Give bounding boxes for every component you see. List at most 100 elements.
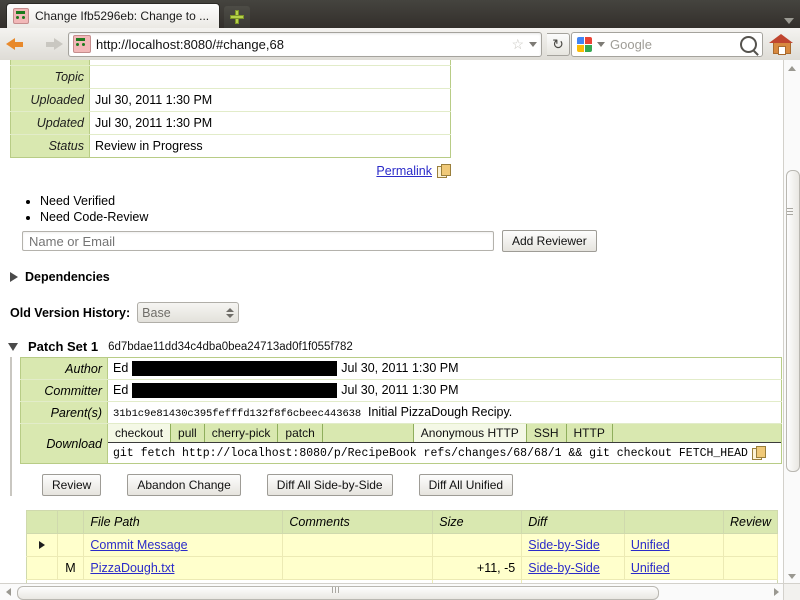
patch-set-sha: 6d7bdae11dd34c4dba0bea24713ad0f1f055f782 [108,341,353,353]
table-row: Download checkout pull cherry-pick patch… [21,424,782,464]
info-label: Status [11,135,90,158]
parent-subject: Initial PizzaDough Recipy. [368,405,512,419]
search-input[interactable]: Google [610,37,735,52]
diff-unified-cell: Unified [624,557,723,580]
old-version-history-select[interactable]: Base [137,302,239,323]
permalink-link[interactable]: Permalink [376,164,432,178]
diff-side-by-side-link[interactable]: Side-by-Side [528,538,600,552]
col-file-path: File Path [84,511,283,534]
clipboard-icon[interactable] [437,164,450,178]
download-command[interactable]: git fetch http://localhost:8080/p/Recipe… [113,447,748,460]
col-comments: Comments [283,511,433,534]
parent-sha: 31b1c9e81430c395fefffd132f8f6cbeec443638 [113,408,361,420]
col-marker [27,511,58,534]
add-reviewer-button[interactable]: Add Reviewer [502,230,597,252]
list-item: Need Verified [40,194,784,208]
scroll-left-button[interactable] [0,584,16,600]
col-status [57,511,84,534]
back-arrow-icon[interactable] [6,33,32,55]
site-favicon [73,35,91,53]
table-row[interactable]: Commit Message Side-by-Side Unified [27,534,778,557]
file-path-link[interactable]: PizzaDough.txt [90,561,174,575]
download-label: Download [21,424,108,464]
scroll-right-button[interactable] [768,584,784,600]
diff-side-by-side-cell: Side-by-Side [522,557,625,580]
permalink-row: Permalink [10,158,450,178]
page-viewport: Branch master Topic Uploaded Jul 30, 201… [0,60,800,600]
change-info-table: Branch master Topic Uploaded Jul 30, 201… [10,60,451,158]
info-value: Review in Progress [90,135,451,158]
file-review [724,557,778,580]
page-content-area: Branch master Topic Uploaded Jul 30, 201… [0,60,784,584]
gerrit-favicon [13,8,29,24]
diff-unified-link[interactable]: Unified [631,538,670,552]
committer-label: Committer [21,380,108,402]
home-icon[interactable] [768,32,794,56]
forward-arrow-icon[interactable] [37,33,63,55]
tab-filler [613,424,781,442]
magnifier-icon[interactable] [740,36,757,53]
chevron-down-icon[interactable] [784,18,794,24]
clipboard-icon[interactable] [752,446,765,460]
info-label: Topic [11,66,90,89]
star-icon[interactable]: ☆ [511,37,524,51]
file-size [433,534,522,557]
horizontal-scrollbar[interactable] [0,583,784,600]
google-icon [577,37,592,52]
col-diff-unified [624,511,723,534]
table-row: Parent(s) 31b1c9e81430c395fefffd132f8f6c… [21,402,782,424]
author-value: EdJul 30, 2011 1:30 PM [108,358,782,380]
requirements-list: Need Verified Need Code-Review [22,194,784,224]
address-bar[interactable]: http://localhost:8080/#change,68 ☆ [68,32,542,57]
file-comments [283,557,433,580]
reviewer-input[interactable] [22,231,494,251]
table-row: Topic [11,66,451,89]
dependencies-section-header[interactable]: Dependencies [10,270,784,284]
info-value: Jul 30, 2011 1:30 PM [90,89,451,112]
download-scheme-anonymous-http[interactable]: Anonymous HTTP [414,424,527,442]
old-version-history-value: Base [142,306,171,320]
vertical-scrollbar[interactable] [783,60,800,584]
row-expander[interactable] [27,534,58,557]
diff-side-by-side-cell: Side-by-Side [522,534,625,557]
diff-unified-link[interactable]: Unified [631,561,670,575]
download-tab-pull[interactable]: pull [171,424,205,442]
expand-triangle-icon[interactable] [39,541,45,549]
diff-all-unified-button[interactable]: Diff All Unified [419,474,513,496]
review-button[interactable]: Review [42,474,101,496]
parents-label: Parent(s) [21,402,108,424]
chevron-down-icon[interactable] [597,42,605,47]
file-path-link[interactable]: Commit Message [90,538,187,552]
file-comments [283,534,433,557]
dependencies-label: Dependencies [25,270,110,284]
search-box[interactable]: Google [571,32,763,57]
list-item: Need Code-Review [40,210,784,224]
download-scheme-http[interactable]: HTTP [567,424,613,442]
chevron-down-icon[interactable] [529,42,537,47]
table-row[interactable]: M PizzaDough.txt +11, -5 Side-by-Side Un… [27,557,778,580]
collapse-triangle-icon[interactable] [8,343,18,351]
abandon-change-button[interactable]: Abandon Change [127,474,240,496]
diff-all-side-by-side-button[interactable]: Diff All Side-by-Side [267,474,393,496]
expand-triangle-icon[interactable] [10,272,18,282]
download-scheme-ssh[interactable]: SSH [527,424,567,442]
spinner-arrows-icon[interactable] [226,308,234,318]
file-path-cell: Commit Message [84,534,283,557]
info-value [90,66,451,89]
vertical-scroll-thumb[interactable] [786,170,800,472]
reload-icon[interactable]: ↻ [547,33,570,56]
download-tab-cherry-pick[interactable]: cherry-pick [205,424,279,442]
patch-set-header[interactable]: Patch Set 1 6d7bdae11dd34c4dba0bea24713a… [8,339,784,354]
diff-unified-cell: Unified [624,534,723,557]
tab-title: Change Ifb5296eb: Change to ... [35,9,209,23]
tab-strip: Change Ifb5296eb: Change to ... [0,0,800,28]
browser-tab[interactable]: Change Ifb5296eb: Change to ... [6,3,220,28]
col-diff: Diff [522,511,625,534]
diff-side-by-side-link[interactable]: Side-by-Side [528,561,600,575]
scroll-up-button[interactable] [784,60,800,76]
download-tab-patch[interactable]: patch [278,424,322,442]
scroll-down-button[interactable] [784,568,800,584]
new-tab-button[interactable] [224,6,250,28]
download-tab-checkout[interactable]: checkout [108,424,171,442]
branch-link[interactable]: master [95,60,133,61]
